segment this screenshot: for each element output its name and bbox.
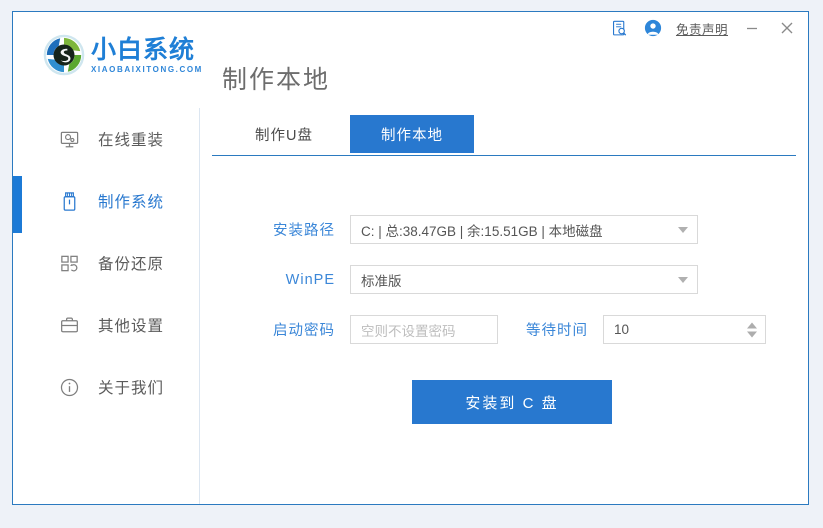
sidebar-item-label: 制作系统 — [98, 190, 164, 212]
brand-logo: 小白系统 XIAOBAIXITONG.COM — [43, 34, 203, 76]
document-search-icon[interactable] — [610, 18, 630, 38]
close-button[interactable] — [776, 17, 798, 39]
sidebar-item-label: 关于我们 — [98, 376, 164, 398]
title-bar-actions: 免责声明 — [610, 17, 798, 39]
sidebar-item-about-us[interactable]: 关于我们 — [13, 356, 199, 418]
boot-password-input[interactable]: 空则不设置密码 — [350, 315, 498, 344]
brand-text: 小白系统 XIAOBAIXITONG.COM — [91, 37, 203, 73]
grid-restore-icon — [58, 252, 80, 274]
winpe-value: 标准版 — [361, 270, 402, 290]
wait-time-label: 等待时间 — [516, 319, 588, 340]
sidebar-item-label: 备份还原 — [98, 252, 164, 274]
install-path-value: C: | 总:38.47GB | 余:15.51GB | 本地磁盘 — [361, 220, 603, 240]
customer-service-icon[interactable] — [643, 18, 663, 38]
boot-password-placeholder: 空则不设置密码 — [361, 320, 456, 340]
tab-strip: 制作U盘 制作本地 — [212, 115, 796, 156]
recycle-circle-logo — [43, 34, 85, 76]
install-path-label: 安装路径 — [263, 219, 335, 240]
sidebar-item-online-reinstall[interactable]: 在线重装 — [13, 108, 199, 170]
usb-drive-icon — [58, 190, 80, 212]
sidebar: 在线重装 制作系统 — [13, 108, 200, 504]
main-panel: 制作U盘 制作本地 安装路径 C: | 总:38.47GB | 余:15.51G… — [200, 108, 808, 504]
wait-time-value: 10 — [614, 322, 629, 337]
sidebar-item-label: 在线重装 — [98, 128, 164, 150]
stepper-up-icon[interactable] — [747, 322, 757, 328]
sidebar-item-backup-restore[interactable]: 备份还原 — [13, 232, 199, 294]
sidebar-item-other-settings[interactable]: 其他设置 — [13, 294, 199, 356]
install-path-row: 安装路径 C: | 总:38.47GB | 余:15.51GB | 本地磁盘 — [263, 215, 698, 244]
tab-make-usb[interactable]: 制作U盘 — [222, 115, 346, 153]
info-circle-icon — [58, 376, 80, 398]
application-window: 免责声明 小白系统 — [12, 11, 809, 505]
brand-domain: XIAOBAIXITONG.COM — [91, 65, 203, 74]
winpe-label: WinPE — [263, 272, 335, 288]
page-title: 制作本地 — [222, 60, 330, 96]
sidebar-item-label: 其他设置 — [98, 314, 164, 336]
wait-time-stepper[interactable]: 10 — [603, 315, 766, 344]
disclaimer-link[interactable]: 免责声明 — [676, 19, 728, 38]
active-indicator-bar — [13, 176, 22, 233]
stepper-down-icon[interactable] — [747, 331, 757, 337]
boot-password-label: 启动密码 — [263, 319, 335, 340]
sidebar-item-make-system[interactable]: 制作系统 — [13, 170, 199, 232]
install-path-select[interactable]: C: | 总:38.47GB | 余:15.51GB | 本地磁盘 — [350, 215, 698, 244]
stepper-arrows-icon[interactable] — [747, 322, 757, 337]
briefcase-icon — [58, 314, 80, 336]
chevron-down-icon — [678, 227, 688, 233]
tab-make-local[interactable]: 制作本地 — [350, 115, 474, 153]
winpe-row: WinPE 标准版 — [263, 265, 698, 294]
monitor-icon — [58, 128, 80, 150]
brand-name: 小白系统 — [91, 37, 203, 63]
minimize-button[interactable] — [741, 17, 763, 39]
install-to-c-drive-button[interactable]: 安装到 C 盘 — [412, 380, 612, 424]
winpe-select[interactable]: 标准版 — [350, 265, 698, 294]
password-wait-row: 启动密码 空则不设置密码 等待时间 10 — [263, 315, 766, 344]
chevron-down-icon — [678, 277, 688, 283]
